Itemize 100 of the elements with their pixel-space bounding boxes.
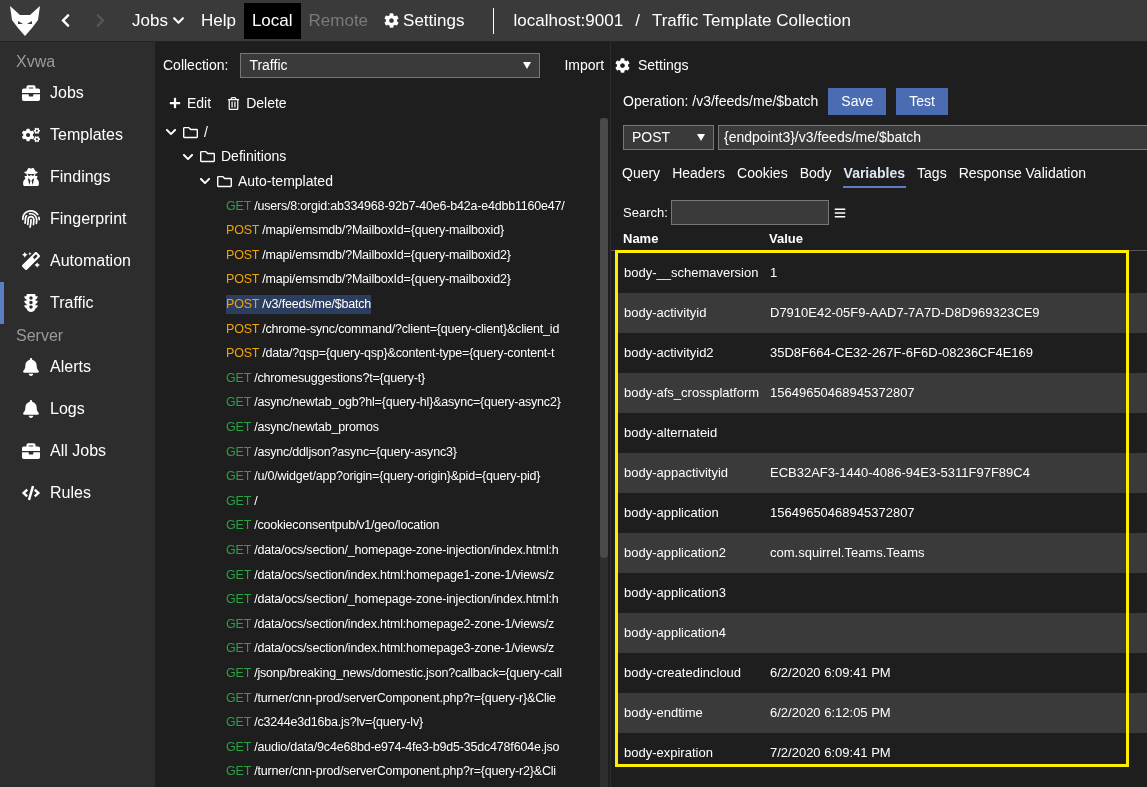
briefcase-icon [22, 442, 40, 460]
method-select[interactable]: POST [623, 125, 714, 150]
endpoint-item[interactable]: GET /turner/cnn-prod/serverComponent.php?r={query-r2}&Cli [226, 762, 556, 782]
table-cell-text: body-application4 [624, 624, 727, 643]
endpoint-item[interactable]: GET / [226, 491, 258, 511]
endpoint-item[interactable]: GET /cookieconsentpub/v1/geo/location [226, 516, 440, 536]
endpoint-item[interactable]: GET /data/ocs/section/_homepage-zone-injection/index.html:h [226, 590, 559, 609]
table-cell-text: body-expiration [624, 744, 714, 763]
menu-item[interactable]: Help [192, 2, 244, 39]
page-title: Traffic Template Collection [651, 9, 851, 32]
sidebar-item[interactable]: Logs [0, 388, 155, 430]
endpoint-item[interactable]: GET /data/ocs/section/index.html:homepage3-zone-1/views/z [226, 639, 555, 659]
endpoint-item[interactable]: GET /async/newtab_ogb?hl={query-hl}&async={query-async2} [226, 393, 561, 413]
endpoint-item[interactable]: POST /v3/feeds/me/$batch [226, 295, 372, 314]
table-cell-text: D7910E42-05F9-AAD7-7A7D-D8D969323CE9 [770, 304, 1040, 323]
menu-item[interactable]: Settings [376, 2, 473, 39]
collection-label: Collection: [163, 55, 229, 75]
settings-link[interactable]: Settings [638, 54, 689, 76]
tree-action-button[interactable]: Delete [227, 92, 287, 114]
url-field[interactable]: {endpoint3}/v3/feeds/me/$batch [718, 125, 1147, 150]
table-cell-text: body-appactivityid [624, 464, 730, 483]
settings-icon [615, 57, 630, 73]
dropdown-caret-icon [523, 61, 532, 69]
chevron-down-icon [171, 14, 185, 27]
gears-icon [22, 126, 40, 144]
folder-icon [183, 124, 198, 140]
sidebar-item[interactable]: Rules [0, 472, 155, 514]
host-name: localhost:9001 [513, 9, 624, 32]
endpoint-item[interactable]: GET /jsonp/breaking_news/domestic.json?callback={query-call [226, 664, 562, 683]
sidebar-item[interactable]: Fingerprint [0, 198, 155, 240]
fox-logo-icon [8, 3, 42, 38]
table-cell-text: body-application [624, 504, 720, 523]
tab[interactable]: Body [798, 160, 833, 188]
endpoint-item[interactable]: GET /audio/data/9c4e68bd-e974-4fe3-b9d5-35dc478f604e.jso [226, 737, 560, 757]
sidebar-item[interactable]: Findings [0, 156, 155, 198]
sidebar-item[interactable]: All Jobs [0, 430, 155, 472]
tree-action-button[interactable]: Edit [169, 92, 212, 114]
magic-wand-icon [22, 252, 40, 270]
table-cell-text: 6/2/2020 6:09:41 PM [770, 664, 891, 683]
endpoint-item[interactable]: GET /data/ocs/section/index.html:homepage1-zone-1/views/z [226, 565, 555, 585]
sidebar-item[interactable]: Alerts [0, 346, 155, 388]
table-cell-text: com.squirrel.Teams.Teams [770, 544, 925, 563]
scrollbar-thumb[interactable] [600, 118, 608, 558]
tab[interactable]: Query [621, 160, 662, 188]
collection-select[interactable]: Traffic [240, 52, 541, 78]
tab[interactable]: Tags [916, 160, 948, 188]
import-button[interactable]: Import [560, 54, 609, 76]
endpoint-item[interactable]: POST /mapi/emsmdb/?MailboxId={query-mailboxid2} [226, 245, 511, 265]
endpoint-item[interactable]: POST /chrome-sync/command/?client={query-client}&client_id [226, 319, 560, 339]
table-cell-text: 1 [770, 264, 778, 283]
table-cell-text: ECB32AF3-1440-4086-94E3-5311F97F89C4 [770, 464, 1030, 483]
traffic-light-icon [22, 294, 40, 312]
endpoint-item[interactable]: GET /async/newtab_promos [226, 418, 379, 437]
tab[interactable]: Cookies [736, 160, 789, 188]
trash-icon [227, 96, 241, 110]
table-cell-text: body-application2 [624, 544, 727, 563]
table-cell-text: body-alternateid [624, 424, 719, 443]
sidebar-item[interactable]: Automation [0, 240, 155, 282]
folder-item[interactable]: Definitions [155, 144, 600, 170]
sidebar-item[interactable]: Jobs [0, 72, 155, 114]
endpoint-item[interactable]: GET /chromesuggestions?t={query-t} [226, 368, 425, 388]
menu-item[interactable]: Jobs [124, 2, 193, 39]
table-cell-text: body-application3 [624, 584, 727, 603]
endpoint-item[interactable]: GET /turner/cnn-prod/serverComponent.php?r={query-r}&Clie [226, 688, 556, 708]
list-icon [833, 206, 846, 219]
endpoint-item[interactable]: GET /data/ocs/section/index.html:homepage2-zone-1/views/z [226, 614, 555, 634]
endpoint-item[interactable]: POST /data/?qsp={query-qsp}&content-type={query-content-t [226, 344, 555, 363]
search-field[interactable] [670, 200, 829, 225]
section-heading: Server [15, 326, 65, 346]
folder-item[interactable]: / [155, 120, 600, 145]
bell-icon [22, 358, 40, 376]
spy-icon [22, 168, 40, 186]
menu-item[interactable]: Local [243, 2, 301, 39]
table-cell-text: 6/2/2020 6:12:05 PM [770, 704, 891, 723]
endpoint-item[interactable]: GET /data/ocs/section/_homepage-zone-injection/index.html:h [226, 541, 559, 560]
endpoint-item[interactable]: GET /async/ddljson?async={query-async3} [226, 442, 457, 462]
endpoint-item[interactable]: GET /c3244e3d16ba.js?lv={query-lv} [226, 713, 423, 732]
tab[interactable]: Headers [671, 160, 727, 188]
sidebar-item[interactable]: Templates [0, 114, 155, 156]
endpoint-item[interactable]: POST /mapi/emsmdb/?MailboxId={query-mailboxid2} [226, 270, 511, 290]
code-icon [22, 484, 40, 502]
action-button[interactable]: Test [896, 87, 948, 115]
section-heading: Xvwa [15, 52, 57, 72]
bell-icon [22, 400, 40, 418]
action-button[interactable]: Save [828, 87, 887, 115]
table-cell-text: 15649650468945372807 [770, 384, 915, 403]
endpoint-item[interactable]: GET /users/8:orgid:ab334968-92b7-40e6-b42a-e4dbb1160e47/ [226, 196, 565, 216]
folder-item[interactable]: Auto-templated [155, 169, 600, 194]
table-cell-text: body-activityid [624, 304, 708, 323]
tab[interactable]: Response Validation [957, 160, 1088, 188]
briefcase-icon [22, 84, 40, 102]
folder-icon [217, 174, 232, 189]
endpoint-item[interactable]: POST /mapi/emsmdb/?MailboxId={query-mailboxid} [226, 221, 504, 241]
fingerprint-icon [22, 210, 40, 228]
table-cell-text: 35D8F664-CE32-267F-6F6D-08236CF4E169 [770, 344, 1034, 363]
endpoint-item[interactable]: GET /u/0/widget/app?origin={query-origin}&pid={query-pid} [226, 467, 541, 486]
scrollbar-track[interactable] [600, 118, 608, 787]
tab[interactable]: Variables [842, 160, 907, 188]
search-label: Search: [623, 203, 668, 222]
settings-icon [384, 13, 400, 28]
